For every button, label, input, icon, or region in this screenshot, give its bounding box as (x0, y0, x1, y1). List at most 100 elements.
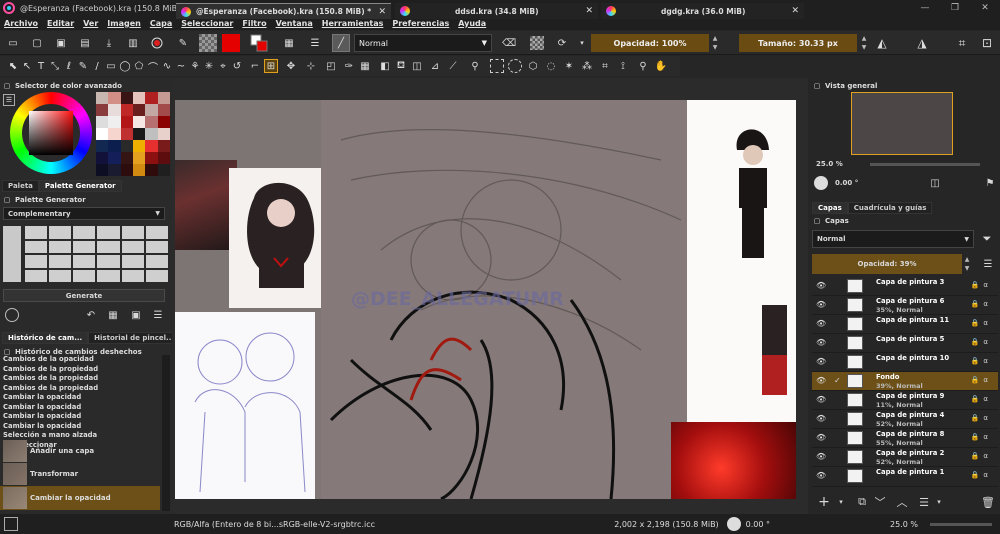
history-item[interactable]: Transformar (30, 470, 78, 478)
dynamic-brush-icon[interactable]: ⚘ (188, 59, 202, 73)
history-item[interactable]: Cambios de la opacidad (3, 355, 161, 365)
transparency-swatch[interactable] (199, 34, 217, 52)
generate-button[interactable]: Generate (3, 289, 165, 302)
history-item[interactable]: Añadir una capa (30, 447, 94, 455)
eye-icon[interactable]: 👁 (816, 281, 826, 290)
layer-opacity-slider[interactable]: Opacidad: 39% (812, 254, 962, 274)
drawing-canvas[interactable]: @DEE_ALLEGATUMR (175, 100, 796, 499)
opacity-spinner[interactable]: ▲ ▼ (711, 34, 719, 52)
ellipse-tool-icon[interactable]: ◯ (118, 59, 132, 73)
lock-alpha-icon[interactable]: 🔒α (971, 414, 992, 422)
transform-tool-icon[interactable]: ⊞ (264, 59, 278, 73)
size-slider[interactable]: Tamaño: 30.33 px (739, 34, 857, 52)
overview-rotation[interactable]: 0.00 ° (835, 179, 858, 187)
layer-row[interactable]: 👁 Capa de pintura 9 11%, Normal 🔒α (812, 391, 998, 410)
lock-alpha-icon[interactable]: 🔒α (971, 281, 992, 289)
select-shape-icon[interactable]: ⬉ (6, 59, 20, 73)
tab-undo-history[interactable]: Histórico de cam... (2, 332, 89, 344)
bezier-tool-icon[interactable]: ∿ (160, 59, 174, 73)
preserve-alpha-icon[interactable] (530, 36, 544, 50)
history-item[interactable]: Cambiar la opacidad (3, 393, 161, 403)
record-icon[interactable] (150, 36, 164, 50)
history-item[interactable]: Cambiar la opacidad (3, 412, 161, 422)
dock-float-icon[interactable]: ▢ (812, 81, 822, 91)
rect-select-icon[interactable] (490, 59, 504, 73)
contiguous-select-icon[interactable]: ✶ (562, 59, 576, 73)
layer-properties-icon[interactable]: ☰ (916, 494, 932, 510)
reload-preset-icon[interactable]: ⟳ (555, 36, 569, 50)
menu-archivo[interactable]: Archivo (4, 19, 38, 28)
polyline-tool-icon[interactable]: ⌒ (146, 59, 160, 74)
grid-icon[interactable]: ▦ (106, 308, 120, 322)
freehand-select-icon[interactable]: ◌ (544, 59, 558, 73)
filter-icon[interactable]: ⏷ (980, 232, 994, 246)
overview-zoom[interactable]: 25.0 % (816, 160, 843, 168)
foreground-color-swatch[interactable] (222, 34, 240, 52)
history-item[interactable]: Cambiar la opacidad (30, 494, 111, 502)
history-item[interactable]: Cambios de la propiedad (3, 384, 161, 394)
color-menu-icon[interactable]: ☰ (3, 94, 15, 106)
measure-tool-icon[interactable]: ⟋ (446, 59, 460, 73)
eye-icon[interactable]: 👁 (816, 357, 826, 366)
reference-icon[interactable]: ▥ (126, 36, 140, 50)
smart-patch-icon[interactable]: ⌖ (216, 59, 230, 73)
ellipse-select-icon[interactable] (508, 59, 522, 73)
eye-icon[interactable]: 👁 (816, 376, 826, 385)
wrap-around-icon[interactable]: ⌗ (955, 36, 969, 50)
lock-alpha-icon[interactable]: 🔒α (971, 376, 992, 384)
bezier-select-icon[interactable]: ⌗ (598, 59, 612, 73)
color-picker-icon[interactable]: ✑ (342, 59, 356, 73)
close-tab-icon[interactable]: ✕ (585, 6, 593, 16)
menu-ventana[interactable]: Ventana (276, 19, 313, 28)
overview-thumbnail[interactable] (851, 92, 953, 155)
export-icon[interactable]: ⤓ (102, 36, 116, 50)
dock-float-icon[interactable]: ▢ (2, 195, 12, 205)
multibrush-icon[interactable]: ✳ (202, 59, 216, 73)
blend-mode-select[interactable]: Normal ▼ (354, 34, 492, 52)
save-incremental-icon[interactable]: ▤ (78, 36, 92, 50)
lock-alpha-icon[interactable]: 🔒α (971, 395, 992, 403)
tab-grid-guides[interactable]: Cuadrícula y guías (847, 202, 933, 214)
layer-row[interactable]: 👁 Capa de pintura 8 55%, Normal 🔒α (812, 429, 998, 448)
line-tool-icon[interactable]: / (90, 59, 104, 73)
document-tab-active[interactable]: @Esperanza (Facebook).kra (150.8 MiB) * … (176, 3, 391, 19)
menu-filtro[interactable]: Filtro (242, 19, 266, 28)
close-tab-icon[interactable]: ✕ (378, 7, 386, 17)
chevron-down-icon[interactable]: ▾ (836, 494, 846, 510)
dock-float-icon[interactable]: ▢ (2, 81, 12, 91)
opacity-slider[interactable]: Opacidad: 100% (591, 34, 709, 52)
undo-icon[interactable]: ↶ (84, 308, 98, 322)
saturation-value-square[interactable] (29, 111, 73, 155)
enclose-fill-icon[interactable]: ◫ (410, 59, 424, 73)
menu-editar[interactable]: Editar (47, 19, 74, 28)
chevron-down-icon[interactable]: ▾ (575, 36, 589, 50)
eye-icon[interactable]: 👁 (816, 319, 826, 328)
close-tab-icon[interactable]: ✕ (791, 6, 799, 16)
duplicate-layer-icon[interactable]: ⧉ (854, 494, 870, 510)
rectangle-tool-icon[interactable]: ▭ (104, 59, 118, 73)
layer-row[interactable]: 👁 Capa de pintura 10 🔒α (812, 353, 998, 372)
eye-icon[interactable]: 👁 (816, 338, 826, 347)
circle-icon[interactable] (5, 308, 19, 322)
eye-icon[interactable]: 👁 (816, 395, 826, 404)
settings-icon[interactable]: ☰ (151, 308, 165, 322)
status-zoom[interactable]: 25.0 % (890, 520, 918, 529)
tab-brush-history[interactable]: Historial de pincel... (88, 332, 181, 344)
history-item[interactable]: Cambiar la opacidad (3, 422, 161, 432)
reference-tool-icon[interactable]: ⚲ (468, 59, 482, 73)
lock-alpha-icon[interactable]: 🔒α (971, 452, 992, 460)
move-layer-down-icon[interactable]: ﹀ (872, 494, 888, 510)
gradient-tool-icon[interactable]: ◰ (324, 59, 338, 73)
brush-settings-icon[interactable]: ✎ (176, 36, 190, 50)
lazy-brush-icon[interactable]: ↺ (230, 59, 244, 73)
calligraphy-icon[interactable]: ℓ (62, 59, 76, 73)
tab-paleta[interactable]: Paleta (2, 180, 39, 192)
fill-tool-icon[interactable]: ⛾ (394, 59, 408, 73)
color-history-grid[interactable] (96, 92, 170, 176)
rotation-dial-icon[interactable] (814, 176, 828, 190)
minimize-button[interactable]: — (910, 0, 940, 16)
layer-blend-select[interactable]: Normal ▼ (812, 230, 974, 248)
menu-icon[interactable]: ☰ (981, 257, 995, 271)
tab-layers[interactable]: Capas (812, 202, 848, 214)
scheme-select[interactable]: Complementary ▼ (3, 207, 165, 220)
